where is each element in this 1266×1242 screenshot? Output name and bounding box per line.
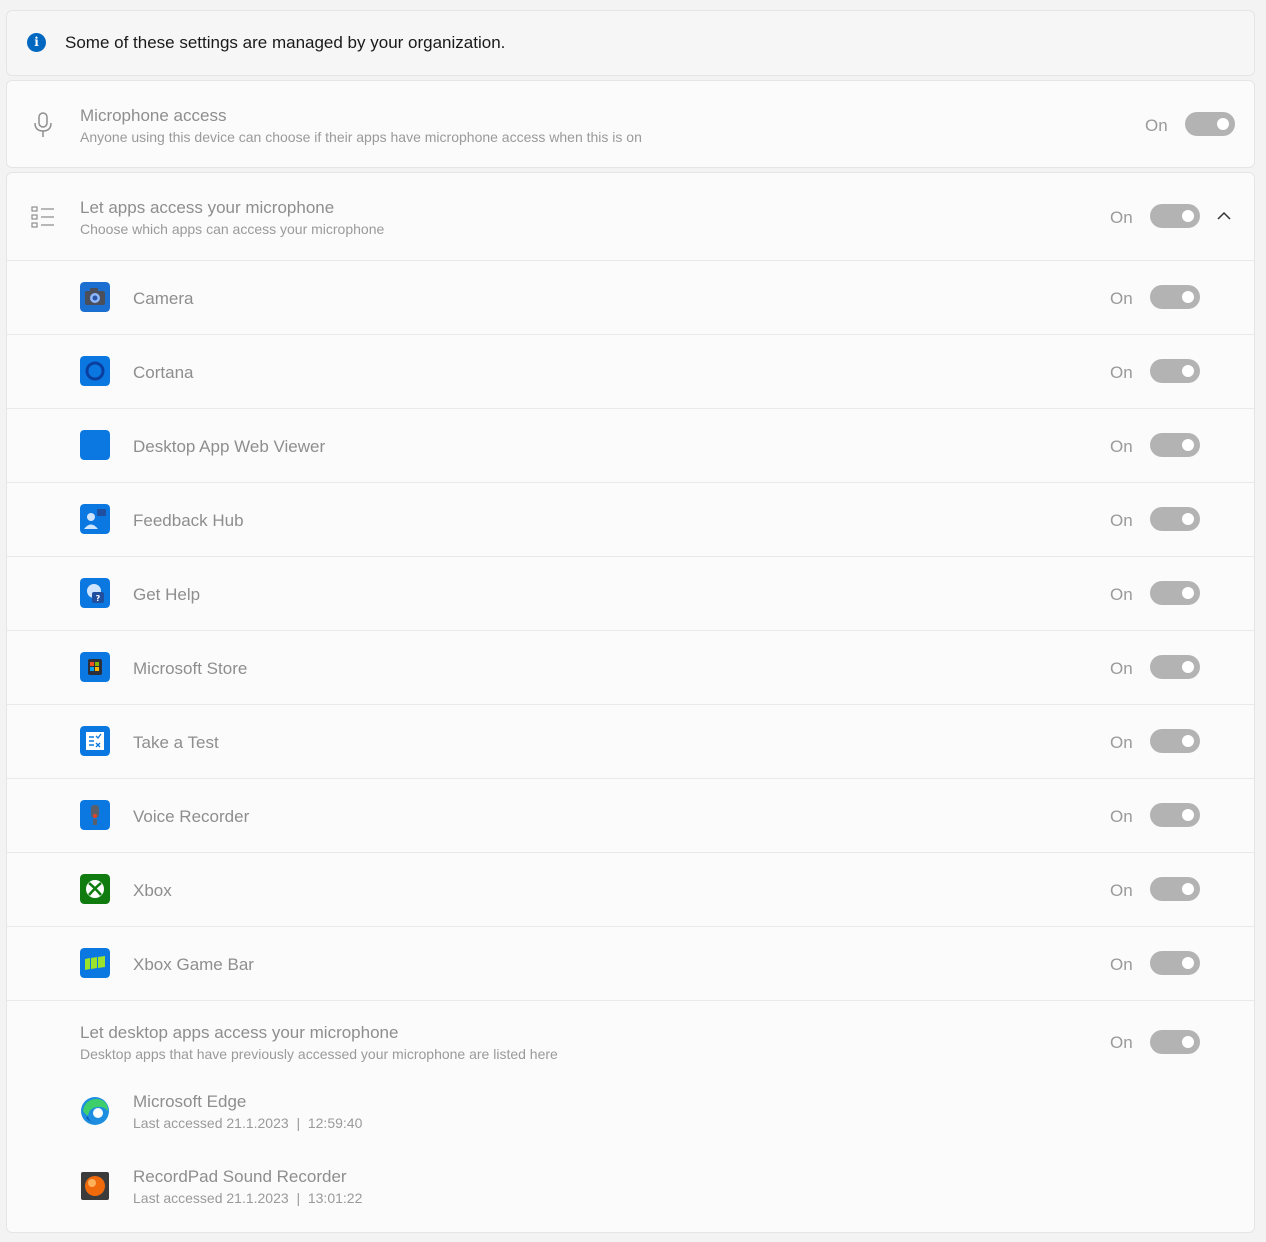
get-help-app-icon: ? <box>80 578 110 608</box>
desktop-apps-section: Let desktop apps access your microphone … <box>7 1000 1254 1232</box>
let-apps-title: Let apps access your microphone <box>80 198 335 217</box>
microphone-access-title: Microphone access <box>80 106 227 125</box>
app-row-voice-recorder: Voice Recorder On <box>7 778 1254 852</box>
desktop-apps-title: Let desktop apps access your microphone <box>80 1023 399 1042</box>
let-apps-toggle[interactable] <box>1150 204 1200 228</box>
desktop-apps-toggle[interactable] <box>1150 1030 1200 1054</box>
cortana-toggle[interactable] <box>1150 359 1200 383</box>
app-name: Microsoft Store <box>133 659 248 678</box>
xbox-game-bar-toggle[interactable] <box>1150 951 1200 975</box>
microphone-access-subtitle: Anyone using this device can choose if t… <box>80 129 642 145</box>
chevron-up-icon[interactable] <box>1217 211 1231 221</box>
desktop-app-last-accessed: Last accessed 21.1.2023 | 12:59:40 <box>133 1115 363 1131</box>
app-list-icon <box>31 206 54 228</box>
take-a-test-toggle[interactable] <box>1150 729 1200 753</box>
desktop-apps-state: On <box>1110 1033 1133 1052</box>
app-row-get-help: ? Get Help On <box>7 556 1254 630</box>
cortana-app-icon <box>80 356 110 386</box>
xbox-game-bar-app-icon <box>80 948 110 978</box>
app-state: On <box>1110 881 1133 900</box>
feedback-hub-toggle[interactable] <box>1150 507 1200 531</box>
web-viewer-toggle[interactable] <box>1150 433 1200 457</box>
microsoft-store-toggle[interactable] <box>1150 655 1200 679</box>
app-row-xbox-game-bar: Xbox Game Bar On <box>7 926 1254 1000</box>
app-row-take-a-test: Take a Test On <box>7 704 1254 778</box>
recordpad-icon <box>81 1172 109 1200</box>
app-row-feedback-hub: Feedback Hub On <box>7 482 1254 556</box>
let-apps-access-card: Let apps access your microphone Choose w… <box>6 172 1255 1233</box>
app-state: On <box>1110 585 1133 604</box>
let-apps-subtitle: Choose which apps can access your microp… <box>80 221 385 237</box>
app-row-cortana: Cortana On <box>7 334 1254 408</box>
voice-recorder-toggle[interactable] <box>1150 803 1200 827</box>
app-name: Voice Recorder <box>133 807 250 826</box>
get-help-toggle[interactable] <box>1150 581 1200 605</box>
app-row-xbox: Xbox On <box>7 852 1254 926</box>
app-state: On <box>1110 437 1133 456</box>
app-state: On <box>1110 511 1133 530</box>
app-state: On <box>1110 807 1133 826</box>
app-row-web-viewer: Desktop App Web Viewer On <box>7 408 1254 482</box>
feedback-hub-app-icon <box>80 504 110 534</box>
desktop-apps-subtitle: Desktop apps that have previously access… <box>80 1046 558 1062</box>
web-viewer-app-icon <box>80 430 110 460</box>
let-apps-state: On <box>1110 208 1133 227</box>
app-state: On <box>1110 659 1133 678</box>
desktop-app-last-accessed: Last accessed 21.1.2023 | 13:01:22 <box>133 1190 363 1206</box>
app-state: On <box>1110 363 1133 382</box>
app-name: Xbox <box>133 881 172 900</box>
managed-by-org-banner: i Some of these settings are managed by … <box>6 10 1255 76</box>
app-row-microsoft-store: Microsoft Store On <box>7 630 1254 704</box>
info-icon: i <box>27 33 46 52</box>
edge-icon <box>81 1097 109 1125</box>
desktop-app-name: RecordPad Sound Recorder <box>133 1167 347 1186</box>
let-apps-header[interactable]: Let apps access your microphone Choose w… <box>7 173 1254 260</box>
camera-toggle[interactable] <box>1150 285 1200 309</box>
banner-text: Some of these settings are managed by yo… <box>65 33 506 52</box>
voice-recorder-app-icon <box>80 800 110 830</box>
app-state: On <box>1110 955 1133 974</box>
app-name: Camera <box>133 289 194 308</box>
app-name: Xbox Game Bar <box>133 955 254 974</box>
camera-app-icon <box>80 282 110 312</box>
microphone-access-card: Microphone access Anyone using this devi… <box>6 80 1255 168</box>
xbox-app-icon <box>80 874 110 904</box>
svg-text:?: ? <box>96 594 101 603</box>
microphone-access-toggle[interactable] <box>1185 112 1235 136</box>
desktop-app-name: Microsoft Edge <box>133 1092 247 1111</box>
app-state: On <box>1110 289 1133 308</box>
xbox-toggle[interactable] <box>1150 877 1200 901</box>
settings-page: i Some of these settings are managed by … <box>0 0 1266 1242</box>
microphone-icon <box>34 112 52 137</box>
app-name: Get Help <box>133 585 201 604</box>
app-name: Feedback Hub <box>133 511 244 530</box>
app-name: Cortana <box>133 363 194 382</box>
app-state: On <box>1110 733 1133 752</box>
app-row-camera: Camera On <box>7 260 1254 334</box>
app-name: Take a Test <box>133 733 219 752</box>
app-name: Desktop App Web Viewer <box>133 437 326 456</box>
microphone-access-state: On <box>1145 116 1168 135</box>
store-app-icon <box>80 652 110 682</box>
take-a-test-app-icon <box>80 726 110 756</box>
